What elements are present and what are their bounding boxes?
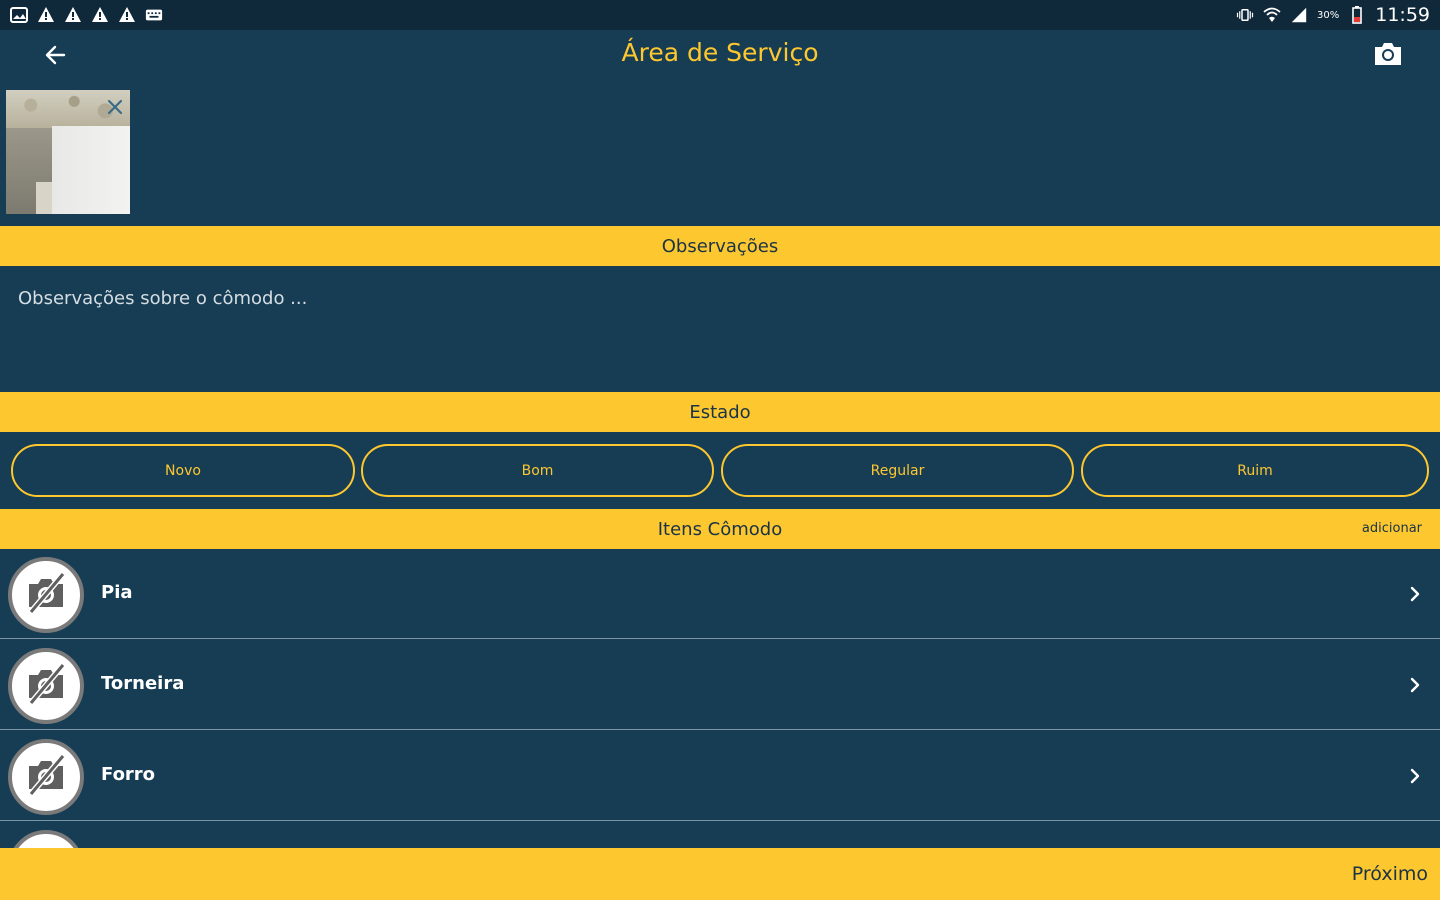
next-button[interactable]: Próximo (1352, 863, 1428, 885)
page-title: Área de Serviço (621, 38, 819, 67)
item-label: Torneira (101, 673, 185, 694)
camera-button[interactable] (1370, 38, 1406, 74)
battery-percent: 30% (1317, 9, 1340, 21)
photo-door (36, 182, 52, 214)
list-item-partial[interactable] (0, 822, 1440, 849)
avatar (8, 557, 84, 633)
chevron-right-icon (1404, 765, 1426, 787)
gallery-icon (10, 6, 28, 24)
status-bar: 30% 11:59 (0, 0, 1440, 30)
battery-icon (1348, 6, 1366, 24)
estado-ruim-button[interactable]: Ruim (1081, 444, 1429, 497)
items-list: Pia Torneira Forro (0, 549, 1440, 849)
list-item-forro[interactable]: Forro (0, 731, 1440, 821)
estado-header-label: Estado (689, 401, 751, 423)
no-photo-icon (21, 659, 71, 713)
itens-header: Itens Cômodo adicionar (0, 509, 1440, 549)
item-label: Pia (101, 582, 133, 603)
itens-header-label: Itens Cômodo (657, 518, 783, 540)
observacoes-input[interactable] (0, 266, 1440, 390)
app-bar: Área de Serviço (0, 30, 1440, 84)
status-time: 11:59 (1375, 4, 1430, 26)
estado-bom-button[interactable]: Bom (361, 444, 714, 497)
close-icon (107, 99, 123, 119)
avatar (8, 739, 84, 815)
list-item-torneira[interactable]: Torneira (0, 640, 1440, 730)
warning-icon (37, 6, 55, 24)
signal-icon (1290, 6, 1308, 24)
wifi-icon (1263, 6, 1281, 24)
chevron-right-icon (1404, 674, 1426, 696)
list-item-pia[interactable]: Pia (0, 549, 1440, 639)
warning-icon (64, 6, 82, 24)
chevron-right-icon (1404, 583, 1426, 605)
bottom-bar: Próximo (0, 848, 1440, 900)
room-photo-thumbnail[interactable] (6, 90, 130, 214)
estado-options: Novo Bom Regular Ruim (0, 432, 1440, 508)
warning-icon (91, 6, 109, 24)
keyboard-icon (145, 6, 163, 24)
status-left-icons (10, 6, 163, 24)
avatar (8, 648, 84, 724)
observacoes-header-label: Observações (661, 235, 779, 257)
add-item-link[interactable]: adicionar (1362, 521, 1422, 536)
estado-regular-button[interactable]: Regular (721, 444, 1074, 497)
no-photo-icon (21, 568, 71, 622)
estado-novo-button[interactable]: Novo (11, 444, 355, 497)
warning-icon (118, 6, 136, 24)
no-photo-icon (21, 750, 71, 804)
remove-photo-button[interactable] (104, 98, 126, 120)
camera-icon (1372, 40, 1404, 72)
observacoes-header: Observações (0, 226, 1440, 266)
avatar (8, 830, 84, 849)
vibrate-icon (1236, 6, 1254, 24)
status-right-icons: 30% 11:59 (1236, 4, 1430, 26)
photo-wall-right (52, 126, 130, 214)
estado-header: Estado (0, 392, 1440, 432)
item-label: Forro (101, 764, 156, 785)
